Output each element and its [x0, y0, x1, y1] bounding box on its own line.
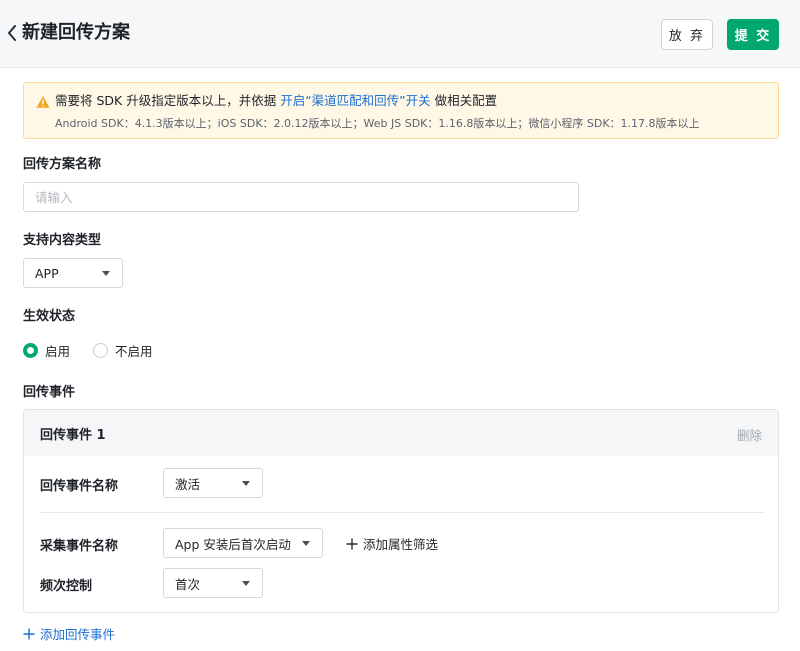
- callback-event-name-label: 回传事件名称: [40, 479, 119, 494]
- divider: [40, 512, 764, 513]
- radio-label: 启用: [45, 344, 71, 359]
- frequency-select[interactable]: 首次: [163, 568, 263, 598]
- event-card-title: 回传事件 1: [40, 428, 106, 443]
- page-title: 新建回传方案: [22, 22, 130, 43]
- status-label: 生效状态: [23, 309, 76, 324]
- caret-down-icon: [302, 541, 310, 546]
- content-type-select[interactable]: APP: [23, 258, 123, 288]
- submit-button[interactable]: 提 交: [727, 19, 779, 50]
- scheme-name-label: 回传方案名称: [23, 157, 102, 172]
- notice-text-after: 做相关配置: [430, 93, 498, 108]
- sdk-versions-text: Android SDK：4.1.3版本以上；iOS SDK：2.0.12版本以上…: [55, 117, 700, 130]
- notice-message: 需要将 SDK 升级指定版本以上，并依据 开启“渠道匹配和回传”开关 做相关配置: [55, 92, 497, 110]
- plus-icon: [23, 628, 35, 639]
- plus-icon: [346, 538, 358, 549]
- warning-triangle-icon: [36, 94, 50, 108]
- collect-event-value: App 安装后首次启动: [175, 536, 291, 552]
- frequency-control-label: 频次控制: [40, 579, 93, 594]
- caret-down-icon: [102, 271, 110, 276]
- scheme-name-input[interactable]: [23, 182, 579, 212]
- radio-checked-icon: [23, 343, 38, 358]
- sdk-notice-banner: 需要将 SDK 升级指定版本以上，并依据 开启“渠道匹配和回传”开关 做相关配置…: [23, 82, 779, 139]
- collect-event-name-label: 采集事件名称: [40, 539, 119, 554]
- discard-button[interactable]: 放 弃: [661, 19, 713, 50]
- notice-text-before: 需要将 SDK 升级指定版本以上，并依据: [55, 93, 281, 108]
- content-type-label: 支持内容类型: [23, 233, 102, 248]
- chevron-left-icon[interactable]: [4, 22, 20, 44]
- callback-event-card: 回传事件 1 删除 回传事件名称 激活 采集事件名称 App 安装后首次启动 添…: [23, 409, 779, 613]
- callback-event-select[interactable]: 激活: [163, 468, 263, 498]
- collect-event-select[interactable]: App 安装后首次启动: [163, 528, 323, 558]
- add-attribute-filter-button[interactable]: 添加属性筛选: [346, 534, 438, 553]
- delete-event-button[interactable]: 删除: [737, 425, 762, 444]
- frequency-value: 首次: [175, 576, 201, 592]
- add-callback-event-button[interactable]: 添加回传事件: [23, 624, 115, 643]
- status-radio-enabled[interactable]: 启用: [23, 341, 70, 360]
- channel-match-toggle-link[interactable]: 开启“渠道匹配和回传”开关: [280, 93, 430, 108]
- content-type-value: APP: [35, 265, 59, 281]
- add-attribute-filter-label: 添加属性筛选: [363, 537, 439, 552]
- caret-down-icon: [242, 581, 250, 586]
- page-header: 新建回传方案 放 弃 提 交: [0, 0, 800, 68]
- radio-unchecked-icon: [93, 343, 108, 358]
- callback-event-value: 激活: [175, 476, 201, 492]
- callback-events-label: 回传事件: [23, 385, 76, 400]
- radio-label: 不启用: [115, 344, 153, 359]
- caret-down-icon: [242, 481, 250, 486]
- status-radio-disabled[interactable]: 不启用: [93, 341, 153, 360]
- add-callback-event-label: 添加回传事件: [40, 627, 116, 642]
- event-card-header: 回传事件 1 删除: [24, 410, 778, 456]
